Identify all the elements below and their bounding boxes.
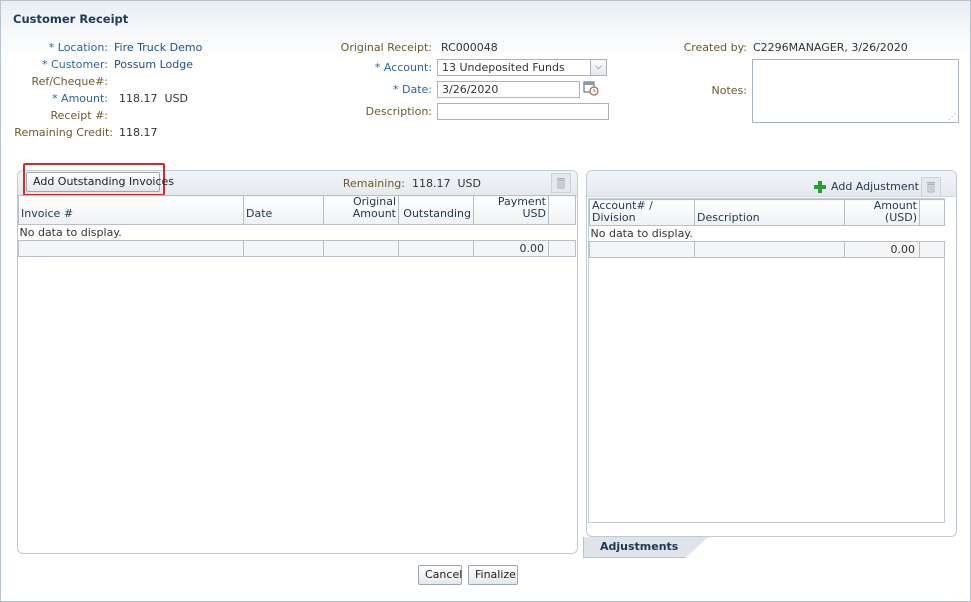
- amount-label: * Amount:: [52, 92, 108, 105]
- original-receipt-value: RC000048: [441, 41, 498, 54]
- total-cell: [548, 240, 576, 257]
- total-cell: [919, 241, 945, 258]
- remaining-credit-value: 118.17: [119, 126, 158, 139]
- calendar-icon[interactable]: [583, 80, 599, 96]
- adjustments-table: Account# / Division Description Amount (…: [589, 199, 945, 258]
- no-data-row: No data to display.: [589, 225, 945, 242]
- customer-receipt-page: Customer Receipt * Location: Fire Truck …: [0, 0, 971, 602]
- add-outstanding-invoices-button[interactable]: Add Outstanding Invoices: [26, 172, 174, 192]
- col-account-division[interactable]: Account# / Division: [589, 199, 695, 226]
- tab-adjustments[interactable]: Adjustments: [583, 537, 708, 558]
- payment-total: 0.00: [473, 240, 549, 257]
- created-by-value: C2296MANAGER, 3/26/2020: [753, 41, 908, 54]
- notes-textarea[interactable]: ⋰: [752, 59, 959, 123]
- location-label: * Location:: [48, 41, 108, 54]
- amount-value: 118.17 USD: [119, 92, 188, 105]
- account-label: * Account:: [374, 61, 432, 74]
- resize-grip-icon[interactable]: ⋰: [948, 113, 956, 121]
- remaining-credit-label: Remaining Credit:: [14, 126, 113, 139]
- col-description[interactable]: Description: [694, 199, 845, 226]
- date-label: * Date:: [393, 83, 432, 96]
- no-data-row: No data to display.: [18, 224, 576, 241]
- location-value[interactable]: Fire Truck Demo: [114, 41, 202, 54]
- account-select[interactable]: 13 Undeposited Funds ⌵: [437, 59, 607, 76]
- total-cell: [323, 240, 399, 257]
- date-input[interactable]: 3/26/2020: [437, 81, 580, 98]
- col-date[interactable]: Date: [243, 195, 324, 225]
- col-original-amount[interactable]: Original Amount: [323, 195, 399, 225]
- invoices-totals-row: 0.00: [18, 240, 576, 257]
- plus-icon: [814, 180, 826, 193]
- panel-remaining-value: 118.17 USD: [412, 177, 481, 190]
- trash-icon: [927, 182, 935, 193]
- description-input[interactable]: [437, 103, 609, 120]
- account-select-value: 13 Undeposited Funds: [442, 61, 565, 74]
- customer-value[interactable]: Possum Lodge: [114, 58, 193, 71]
- created-by-label: Created by:: [683, 41, 747, 54]
- trash-icon: [557, 178, 565, 189]
- total-cell: [18, 240, 244, 257]
- col-amount-usd[interactable]: Amount (USD): [844, 199, 920, 226]
- delete-adjustment-button[interactable]: [921, 177, 941, 197]
- amount-total: 0.00: [844, 241, 920, 258]
- col-spacer: [919, 199, 945, 226]
- panel-remaining-label: Remaining:: [342, 177, 405, 190]
- notes-label: Notes:: [711, 84, 747, 97]
- page-title: Customer Receipt: [13, 12, 129, 26]
- invoices-no-data: No data to display.: [18, 224, 576, 241]
- col-outstanding[interactable]: Outstanding: [398, 195, 474, 225]
- total-cell: [589, 241, 695, 258]
- col-invoice-number[interactable]: Invoice #: [18, 195, 244, 225]
- invoices-header-row: Invoice # Date Original Amount Outstandi…: [18, 195, 576, 225]
- original-receipt-label: Original Receipt:: [340, 41, 432, 54]
- total-cell: [398, 240, 474, 257]
- add-adjustment-label: Add Adjustment: [831, 180, 919, 193]
- receipt-number-label: Receipt #:: [50, 109, 108, 122]
- adjustments-totals-row: 0.00: [589, 241, 945, 258]
- dropdown-arrow-icon[interactable]: ⌵: [590, 60, 606, 75]
- add-adjustment-button[interactable]: Add Adjustment: [813, 178, 921, 195]
- invoices-table: Invoice # Date Original Amount Outstandi…: [18, 195, 576, 257]
- cancel-button[interactable]: Cancel: [418, 565, 462, 585]
- total-cell: [694, 241, 845, 258]
- col-payment-usd[interactable]: Payment USD: [473, 195, 549, 225]
- customer-label: * Customer:: [42, 58, 108, 71]
- col-spacer: [548, 195, 576, 225]
- total-cell: [243, 240, 324, 257]
- delete-invoice-button[interactable]: [551, 173, 571, 193]
- adjustments-no-data: No data to display.: [589, 225, 945, 242]
- description-label: Description:: [365, 105, 432, 118]
- adjustments-header-row: Account# / Division Description Amount (…: [589, 199, 945, 226]
- ref-cheque-label: Ref/Cheque#:: [31, 75, 108, 88]
- finalize-button[interactable]: Finalize: [468, 565, 518, 585]
